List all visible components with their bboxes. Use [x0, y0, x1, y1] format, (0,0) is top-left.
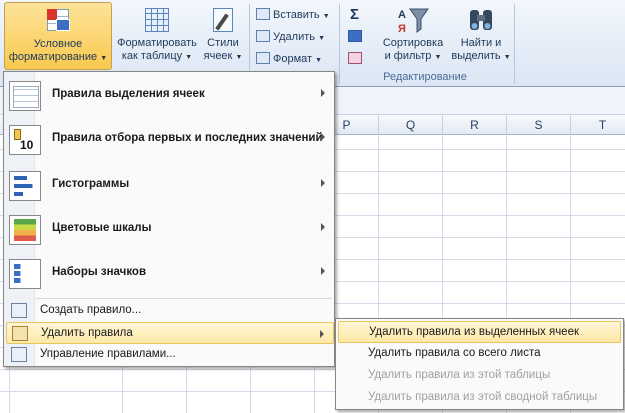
conditional-formatting-icon	[42, 7, 74, 35]
cell-styles-icon	[207, 6, 239, 34]
highlight-cells-icon	[9, 81, 41, 111]
editing-group-label: Редактирование	[383, 71, 467, 83]
color-scales-icon	[9, 215, 41, 245]
dropdown-arrow-icon: ▼	[434, 54, 442, 61]
dropdown-arrow-icon: ▼	[503, 54, 511, 61]
conditional-formatting-menu: Правила выделения ячеек Правила отбора п…	[3, 71, 335, 367]
submenu-arrow-icon	[321, 267, 325, 275]
submenu-arrow-icon	[321, 179, 325, 187]
fill-button[interactable]	[348, 27, 372, 47]
menu-item-label: Управление правилами...	[40, 348, 176, 360]
icon-sets-icon	[9, 259, 41, 289]
dropdown-arrow-icon: ▼	[235, 54, 243, 61]
dropdown-arrow-icon: ▼	[100, 55, 108, 62]
autosum-button[interactable]: Σ	[350, 6, 359, 23]
insert-cells-icon	[256, 8, 270, 20]
menu-item-label: Удалить правила	[41, 327, 133, 339]
delete-button[interactable]: Удалить ▼	[256, 27, 325, 47]
menu-item-label: Наборы значков	[52, 266, 147, 278]
manage-rules-icon	[11, 347, 27, 362]
menu-item-clear-rules[interactable]: Удалить правила	[6, 322, 334, 344]
cell-styles-button[interactable]: Стили ячеек ▼	[202, 2, 244, 70]
delete-cells-icon	[256, 30, 270, 42]
menu-item-top-bottom-rules[interactable]: Правила отбора первых и последних значен…	[4, 118, 334, 162]
sort-filter-button[interactable]: А Я Сортировка и фильтр ▼	[378, 2, 448, 70]
clear-rules-icon	[12, 326, 28, 341]
format-as-table-label-1: Форматировать	[117, 37, 197, 49]
menu-item-icon-sets[interactable]: Наборы значков	[4, 252, 334, 296]
submenu-item-label: Удалить правила из этой сводной таблицы	[368, 391, 598, 403]
menu-item-label: Правила выделения ячеек	[52, 88, 205, 100]
insert-label: Вставить	[273, 9, 320, 21]
submenu-arrow-icon	[320, 330, 324, 338]
sort-filter-label-2: и фильтр	[384, 50, 432, 62]
menu-item-label: Гистограммы	[52, 178, 130, 190]
svg-text:А: А	[398, 9, 406, 21]
format-label: Формат	[273, 53, 313, 65]
conditional-formatting-label-1: Условное	[33, 38, 83, 50]
format-as-table-icon	[141, 6, 173, 34]
find-select-button[interactable]: Найти и выделить ▼	[450, 2, 512, 70]
submenu-item-label: Удалить правила со всего листа	[368, 347, 541, 359]
new-rule-icon	[11, 303, 27, 318]
eraser-icon	[348, 52, 362, 64]
binoculars-icon	[465, 6, 497, 34]
menu-item-label: Цветовые шкалы	[52, 222, 152, 234]
sort-filter-icon: А Я	[397, 6, 429, 35]
column-header-r[interactable]: R	[443, 115, 507, 135]
submenu-item-clear-this-table: Удалить правила из этой таблицы	[338, 365, 621, 387]
menu-item-data-bars[interactable]: Гистограммы	[4, 164, 334, 208]
column-header-t[interactable]: T	[571, 115, 625, 135]
clear-rules-submenu: Удалить правила из выделенных ячеек Удал…	[335, 318, 624, 410]
group-divider	[514, 4, 515, 84]
format-as-table-label-2: как таблицу	[121, 50, 183, 62]
submenu-item-clear-this-pivot-table: Удалить правила из этой сводной таблицы	[338, 387, 621, 409]
format-button[interactable]: Формат ▼	[256, 49, 322, 69]
svg-text:Я: Я	[398, 23, 406, 34]
conditional-formatting-label-2: форматирование	[8, 51, 98, 63]
find-select-label-1: Найти и	[460, 37, 502, 49]
dropdown-arrow-icon: ▼	[185, 54, 193, 61]
menu-item-label: Правила отбора первых и последних значен…	[52, 132, 323, 144]
cell-styles-label-1: Стили	[207, 37, 239, 49]
insert-button[interactable]: Вставить ▼	[256, 5, 330, 25]
fill-down-icon	[348, 30, 362, 42]
menu-item-color-scales[interactable]: Цветовые шкалы	[4, 208, 334, 252]
submenu-arrow-icon	[321, 89, 325, 97]
format-as-table-button[interactable]: Форматировать как таблицу ▼	[112, 2, 202, 70]
menu-item-label: Создать правило...	[40, 304, 142, 316]
delete-label: Удалить	[273, 31, 315, 43]
submenu-item-clear-entire-sheet[interactable]: Удалить правила со всего листа	[338, 343, 621, 365]
top-bottom-icon	[9, 125, 41, 155]
column-header-s[interactable]: S	[507, 115, 571, 135]
find-select-label-2: выделить	[451, 50, 501, 62]
clear-button[interactable]	[348, 49, 372, 69]
menu-separator	[36, 298, 332, 299]
submenu-item-clear-selected-cells[interactable]: Удалить правила из выделенных ячеек	[338, 321, 621, 343]
column-header-q[interactable]: Q	[379, 115, 443, 135]
data-bars-icon	[9, 171, 41, 201]
submenu-arrow-icon	[321, 133, 325, 141]
conditional-formatting-button[interactable]: Условное форматирование ▼	[4, 2, 112, 70]
submenu-arrow-icon	[321, 223, 325, 231]
menu-item-highlight-cells-rules[interactable]: Правила выделения ячеек	[4, 74, 334, 118]
format-cells-icon	[256, 52, 270, 64]
submenu-item-label: Удалить правила из этой таблицы	[368, 369, 551, 381]
menu-item-manage-rules[interactable]: Управление правилами...	[6, 344, 334, 366]
cell-styles-label-2: ячеек	[203, 50, 233, 62]
sort-filter-label-1: Сортировка	[382, 37, 444, 49]
submenu-item-label: Удалить правила из выделенных ячеек	[369, 326, 580, 338]
menu-item-new-rule[interactable]: Создать правило...	[6, 300, 334, 322]
